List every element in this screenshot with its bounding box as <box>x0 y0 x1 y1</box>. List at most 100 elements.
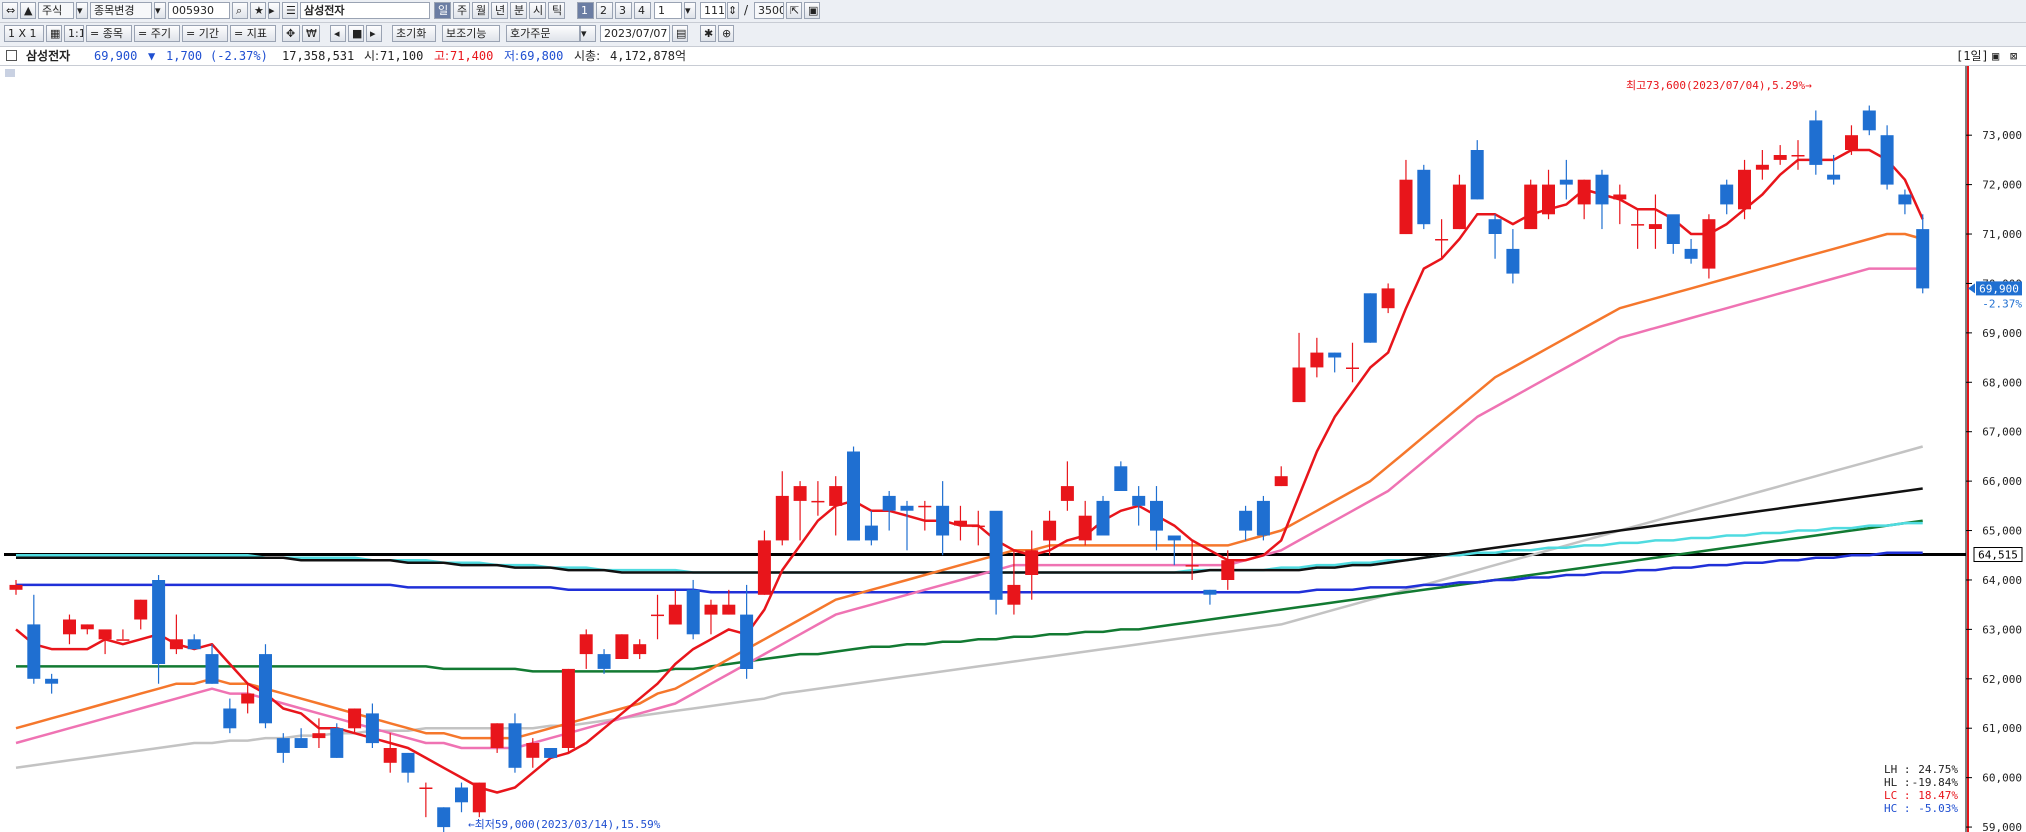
grid-icon[interactable]: ▦ <box>46 25 62 42</box>
stock-code-input[interactable]: 005930 <box>168 2 230 19</box>
last-price-label: 69,900 <box>1979 282 2019 295</box>
y-tick-label: 60,000 <box>1982 772 2022 785</box>
period-tab-month[interactable]: 월 <box>472 2 489 19</box>
indicator-button[interactable]: = 지표 <box>230 25 276 42</box>
change-stock-button[interactable]: 종목변경 <box>90 2 152 19</box>
market-select[interactable]: 주식 <box>38 2 74 19</box>
interval-dropdown-icon[interactable]: ▾ <box>684 2 696 19</box>
star-icon[interactable]: ★ <box>250 2 266 19</box>
info-stock-name: 삼성전자 <box>26 49 71 63</box>
indicator-label: = 지표 <box>234 27 267 40</box>
prev-icon[interactable]: ◂ <box>330 25 346 42</box>
period-button[interactable]: = 기간 <box>182 25 228 42</box>
stat-hl-label: HL : <box>1884 776 1911 789</box>
price-chart[interactable]: 59,000 60,000 61,000 62,000 63,000 64,000 65,0… <box>0 66 2026 832</box>
cycle-button[interactable]: = 주기 <box>134 25 180 42</box>
item-button[interactable]: = 종목 <box>86 25 132 42</box>
interval-input[interactable]: 1 <box>654 2 682 19</box>
calendar-icon[interactable]: ▤ <box>672 25 688 42</box>
close-icon[interactable]: ⊠ <box>2010 47 2017 65</box>
interval-4[interactable]: 4 <box>634 2 651 19</box>
save-icon[interactable]: ▣ <box>804 2 820 19</box>
search-icon[interactable]: ⌕ <box>232 2 248 19</box>
interval-2[interactable]: 2 <box>596 2 613 19</box>
y-tick-label: 64,000 <box>1982 574 2022 587</box>
interval-3[interactable]: 3 <box>615 2 632 19</box>
max-count: 3500 <box>754 2 784 19</box>
candle-body <box>169 639 183 650</box>
chart-toolbar: 1 X 1 ▦ 1:1 = 종목 = 주기 = 기간 = 지표 ✥ ₩ ◂ ■ … <box>0 23 2026 47</box>
candle-body <box>1060 486 1074 501</box>
count-input[interactable]: 111 <box>700 2 726 19</box>
stop-icon[interactable]: ■ <box>348 25 364 42</box>
candle-body <box>775 495 789 541</box>
stats-box: LH : 24.75% HL : -19.84% LC : 18.47% HC … <box>1884 763 1958 815</box>
stock-dropdown-icon[interactable]: ▾ <box>154 2 166 19</box>
period-tab-tick[interactable]: 틱 <box>548 2 565 19</box>
period-tab-week[interactable]: 주 <box>453 2 470 19</box>
period-tab-year[interactable]: 년 <box>491 2 508 19</box>
settings-icon[interactable]: ✱ <box>700 25 716 42</box>
reset-button[interactable]: 초기화 <box>392 25 436 42</box>
zoom-icon[interactable]: ⊕ <box>718 25 734 42</box>
candle-body <box>1363 293 1377 343</box>
one-to-one-icon[interactable]: 1:1 <box>64 25 84 42</box>
candle-body <box>1203 589 1217 595</box>
candle-body <box>365 713 379 744</box>
candle-body <box>383 748 397 763</box>
candle-body <box>134 599 148 620</box>
link-icon[interactable]: ⇔ <box>2 2 18 19</box>
candle-body <box>1542 184 1555 215</box>
aux-function-button[interactable]: 보조기능 <box>442 25 500 42</box>
period-tab-hour[interactable]: 시 <box>529 2 546 19</box>
candle-body <box>1435 239 1449 241</box>
candle-body <box>1559 179 1573 185</box>
play-icon[interactable]: ▸ <box>366 25 382 42</box>
candle-body <box>686 589 700 635</box>
interval-1[interactable]: 1 <box>577 2 594 19</box>
count-spinner-icon[interactable]: ⇕ <box>727 2 739 19</box>
list-icon[interactable]: ☰ <box>282 2 298 19</box>
candle-body <box>1862 110 1876 131</box>
date-input[interactable]: 2023/07/07 <box>600 25 670 42</box>
next-icon[interactable]: ▸ <box>268 2 280 19</box>
candle-body <box>1132 495 1146 506</box>
move-icon[interactable]: ✥ <box>282 25 300 42</box>
y-tick-label: 62,000 <box>1982 673 2022 686</box>
candle-body <box>882 495 896 511</box>
up-arrow-icon[interactable]: ▲ <box>20 2 36 19</box>
period-label: 월 <box>476 4 487 17</box>
stat-lh-label: LH : <box>1884 763 1911 776</box>
candle-body <box>1239 510 1253 531</box>
layout-button[interactable]: 1 X 1 <box>4 25 44 42</box>
stock-name-field: 삼성전자 <box>300 2 430 19</box>
period-label: 년 <box>495 4 506 17</box>
candle-body <box>294 738 308 748</box>
interval-label: 3 <box>619 4 626 17</box>
candle-body <box>757 540 771 595</box>
candle-body <box>437 807 451 828</box>
scroll-handle[interactable] <box>5 69 15 77</box>
select-checkbox[interactable] <box>6 50 17 61</box>
candle-body <box>1274 476 1288 487</box>
down-arrow-icon: ▼ <box>148 49 156 63</box>
y-tick-label: 71,000 <box>1982 228 2022 241</box>
info-open: 71,100 <box>380 49 424 63</box>
order-button[interactable]: 호가주문 <box>506 25 580 42</box>
market-dropdown-icon[interactable]: ▾ <box>76 2 88 19</box>
export-icon[interactable]: ⇱ <box>786 2 802 19</box>
candle-body <box>811 500 825 503</box>
maximize-icon[interactable]: ▣ <box>1992 47 1999 65</box>
order-dropdown-icon[interactable]: ▾ <box>580 25 596 42</box>
candle-body <box>1702 219 1716 269</box>
candle-body <box>330 728 344 758</box>
draw-icon[interactable]: ₩ <box>302 25 320 42</box>
main-toolbar: ⇔ ▲ 주식 ▾ 종목변경 ▾ 005930 ⌕ ★ ▸ ☰ 삼성전자 일 주 … <box>0 0 2026 23</box>
candle-body <box>1470 150 1484 200</box>
candle-body <box>829 486 843 506</box>
period-tab-day[interactable]: 일 <box>434 2 451 19</box>
candle-body <box>63 619 76 635</box>
candle-body <box>1738 169 1751 210</box>
period-tab-minute[interactable]: 분 <box>510 2 527 19</box>
candle-body <box>1880 135 1894 185</box>
